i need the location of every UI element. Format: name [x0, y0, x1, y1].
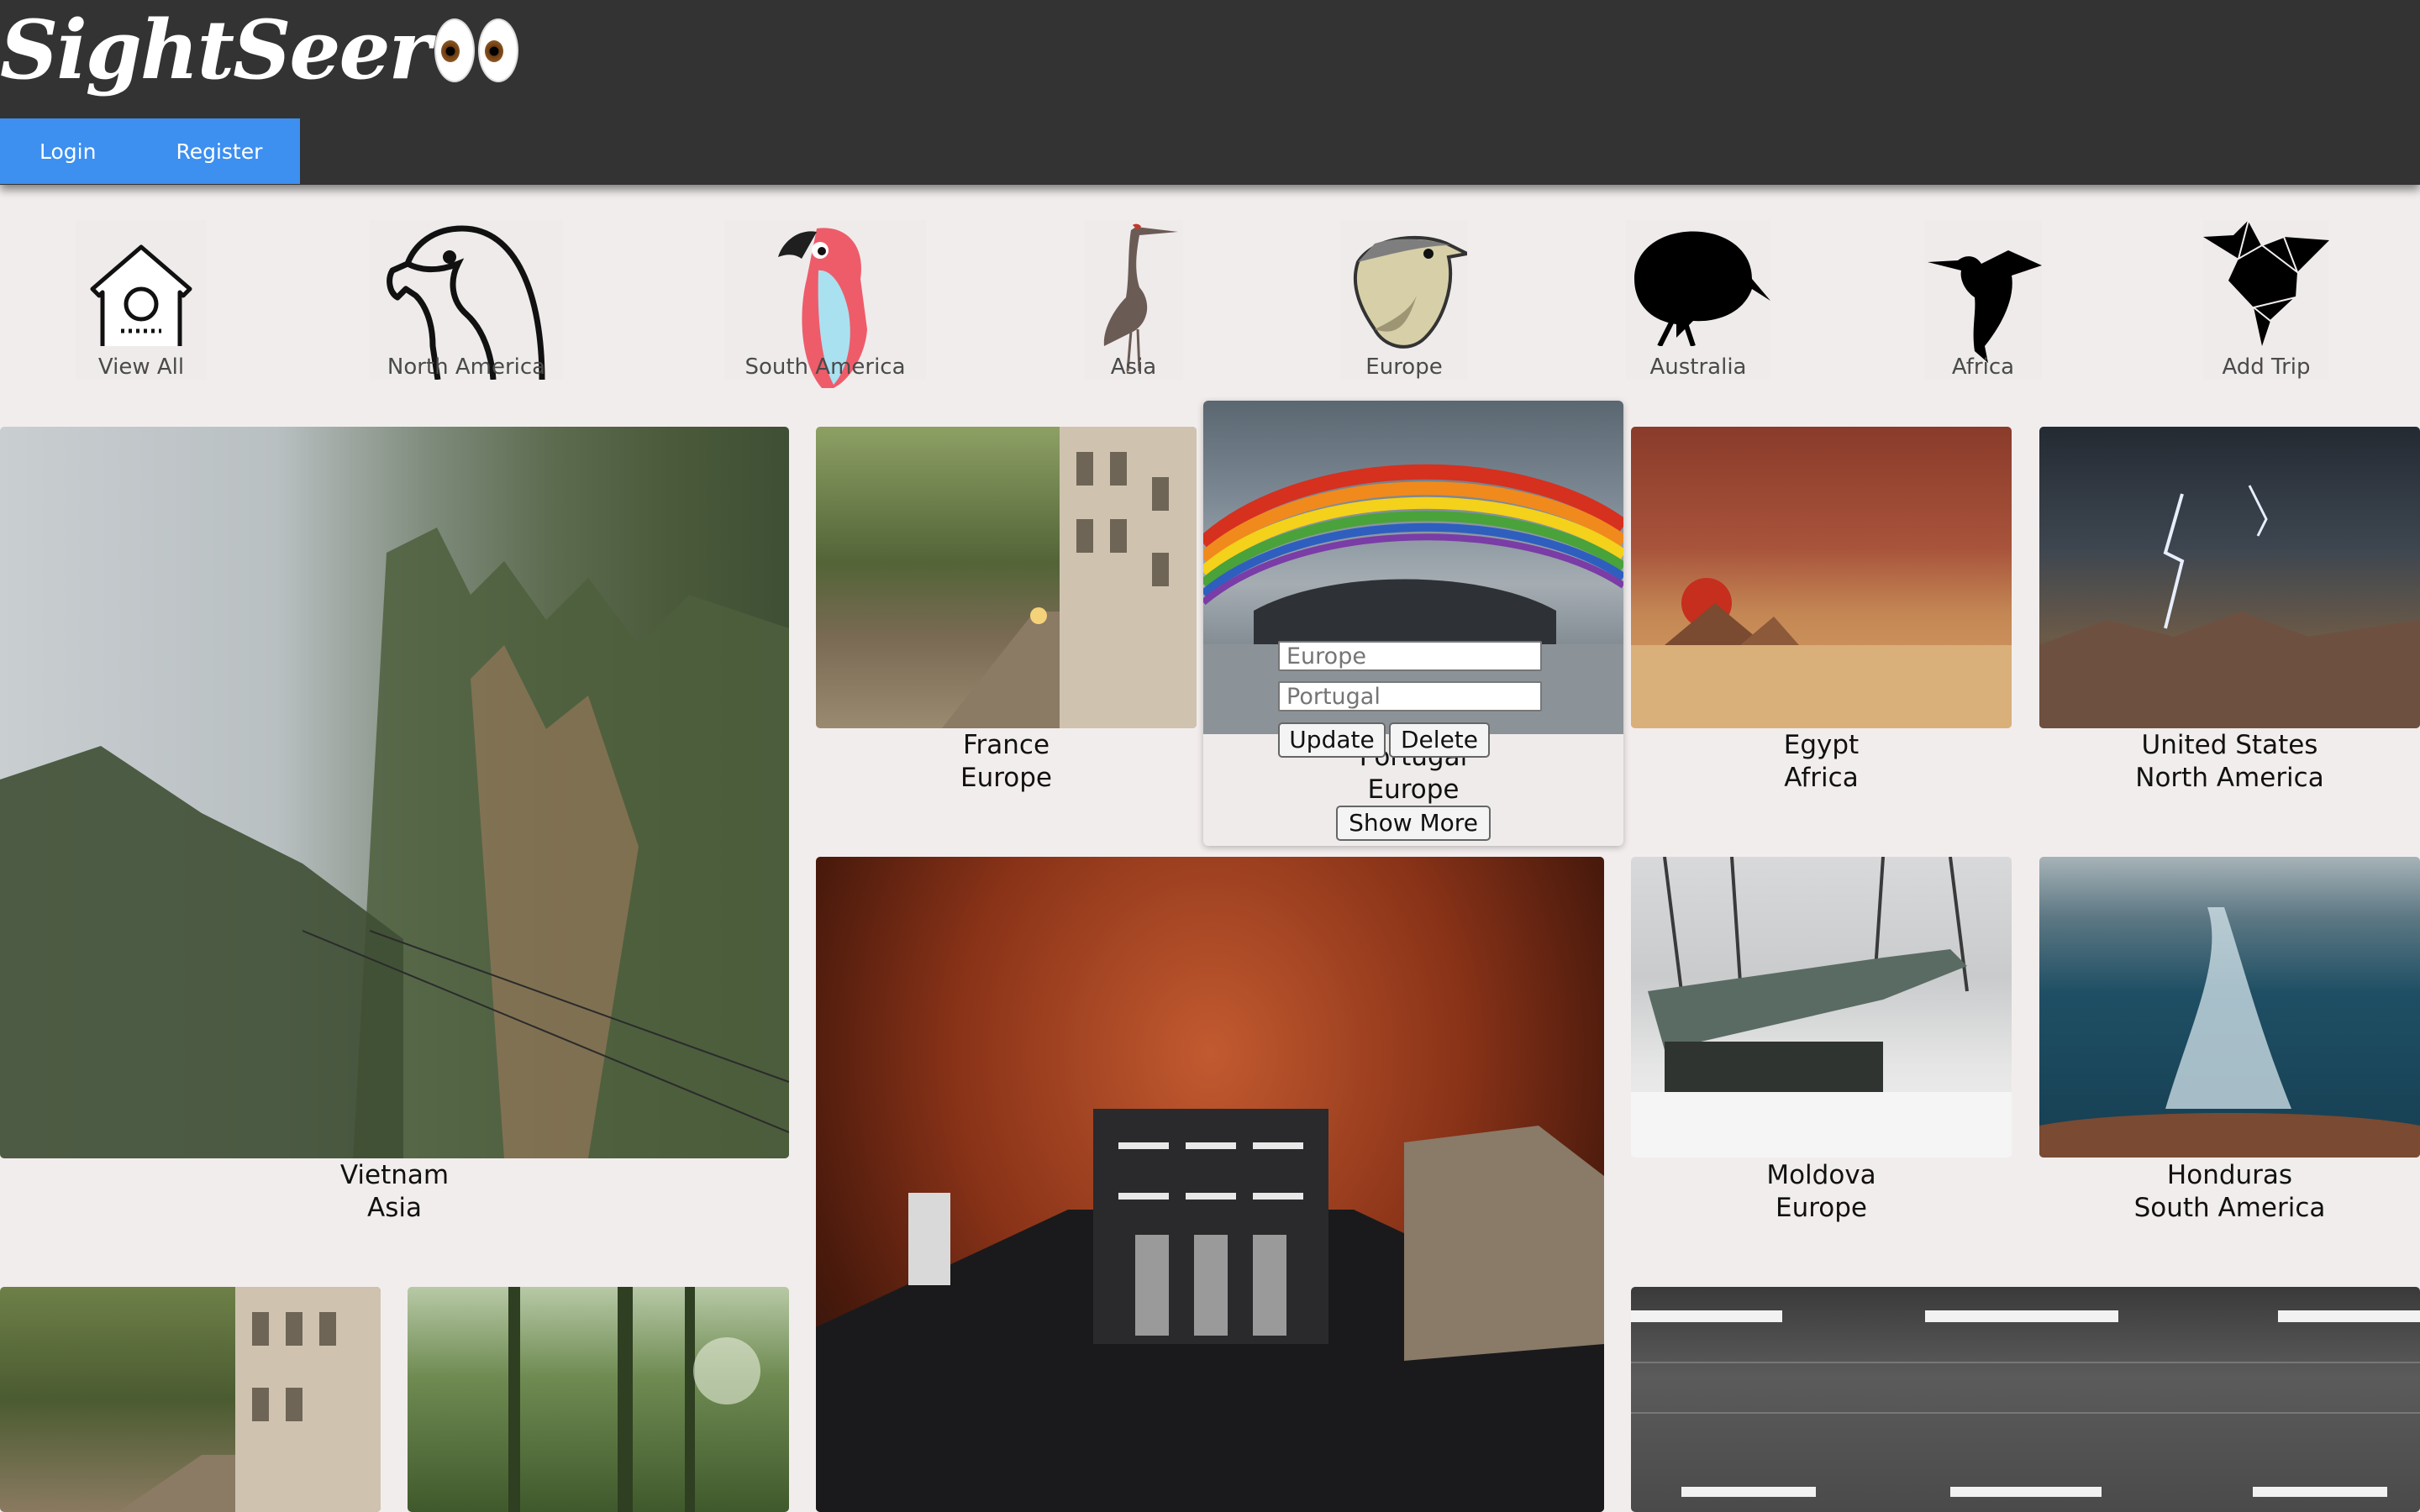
trip-edit-card: Portugal Europe Update Delete Show More [1203, 401, 1623, 846]
birdhouse-icon [90, 244, 192, 346]
category-view-all[interactable]: View All [76, 220, 207, 380]
eyes-icon [434, 18, 519, 82]
kiwi-icon [1634, 231, 1770, 346]
trip-photo-snow-missile[interactable] [1631, 857, 2012, 1158]
category-south-america[interactable]: South America [724, 220, 926, 388]
continent-input[interactable] [1278, 641, 1542, 671]
login-button[interactable]: Login [0, 139, 96, 164]
crane-icon [1103, 223, 1178, 371]
delete-button[interactable]: Delete [1389, 722, 1490, 758]
trip-photo-forest[interactable] [408, 1287, 789, 1512]
trip-photo-pyramids[interactable] [1631, 427, 2012, 728]
category-add-trip[interactable]: Add Trip [2203, 220, 2329, 380]
category-australia[interactable]: Australia [1626, 220, 1770, 380]
register-button[interactable]: Register [96, 139, 262, 164]
app-header: SightSeer Login Register [0, 0, 2420, 185]
trip-photo-mountains[interactable] [0, 427, 789, 1158]
category-label: South America [744, 354, 906, 380]
hummingbird-icon [1928, 250, 2042, 363]
trip-country: Egypt [1783, 730, 1860, 760]
category-europe[interactable]: Europe [1340, 220, 1468, 380]
trip-country: France [962, 730, 1050, 760]
trip-continent: Europe [1775, 1193, 1867, 1223]
origami-bird-icon [2203, 220, 2329, 346]
category-label: Asia [1110, 354, 1157, 380]
category-label: Europe [1365, 354, 1443, 380]
auth-nav: Login Register [0, 118, 300, 184]
category-africa[interactable]: Africa [1924, 220, 2042, 380]
show-more-button[interactable]: Show More [1336, 806, 1491, 841]
trip-photo-ship-wake[interactable] [2039, 857, 2420, 1158]
category-label: Australia [1649, 354, 1747, 380]
trip-caption: United States North America [2039, 729, 2420, 795]
trip-continent: Africa [1784, 763, 1859, 793]
trip-caption: Egypt Africa [1631, 729, 2012, 795]
trip-continent: Asia [367, 1193, 422, 1223]
trip-country: United States [2141, 730, 2318, 760]
trip-continent: Europe [960, 763, 1052, 793]
trip-photo-street[interactable] [816, 427, 1197, 728]
trip-caption: Moldova Europe [1631, 1159, 2012, 1225]
category-asia[interactable]: Asia [1084, 220, 1183, 380]
category-label: North America [387, 354, 546, 380]
country-input[interactable] [1278, 681, 1542, 711]
trip-country: Moldova [1766, 1160, 1876, 1190]
app-logo[interactable]: SightSeer [0, 2, 519, 99]
trip-country: Vietnam [339, 1160, 450, 1190]
trip-continent: North America [2135, 763, 2324, 793]
trip-photo-metro-cave[interactable] [816, 857, 1604, 1512]
trip-photo-metro-ceiling[interactable] [1631, 1287, 2420, 1512]
trip-photo-lightning[interactable] [2039, 427, 2420, 728]
trip-caption: Vietnam Asia [0, 1159, 789, 1225]
category-north-america[interactable]: North America [370, 220, 563, 380]
trip-caption: Honduras South America [2039, 1159, 2420, 1225]
trip-photo-street-2[interactable] [0, 1287, 381, 1512]
trip-caption: France Europe [816, 729, 1197, 795]
category-label: Add Trip [2222, 354, 2311, 380]
trip-continent: Europe [1367, 774, 1460, 805]
category-label: View All [97, 354, 185, 380]
update-button[interactable]: Update [1278, 722, 1386, 758]
app-title: SightSeer [0, 3, 431, 97]
trip-continent: South America [2133, 1193, 2326, 1223]
trip-country: Honduras [2166, 1160, 2293, 1190]
sparrow-icon [1353, 235, 1467, 349]
category-label: Africa [1951, 354, 2015, 380]
